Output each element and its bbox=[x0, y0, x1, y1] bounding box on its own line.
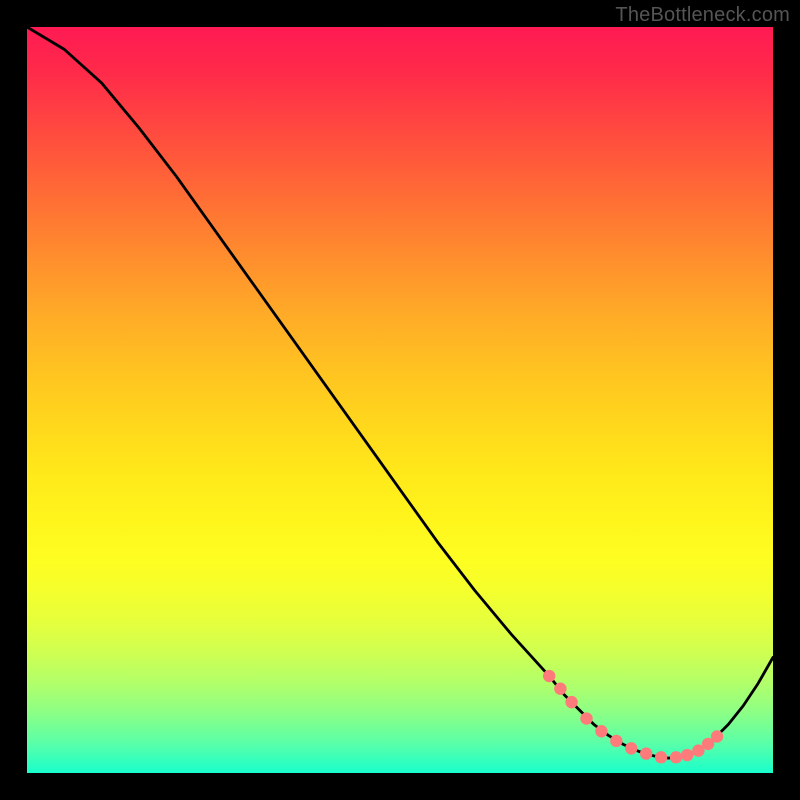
curve-marker-dot bbox=[670, 751, 682, 763]
curve-marker-dots bbox=[543, 670, 723, 764]
curve-marker-dot bbox=[711, 730, 723, 742]
curve-marker-dot bbox=[655, 751, 667, 763]
curve-marker-dot bbox=[554, 683, 566, 695]
curve-marker-dot bbox=[625, 742, 637, 754]
chart-svg bbox=[27, 27, 773, 773]
curve-marker-dot bbox=[543, 670, 555, 682]
curve-marker-dot bbox=[580, 712, 592, 724]
bottleneck-curve bbox=[27, 27, 773, 758]
chart-frame: TheBottleneck.com bbox=[0, 0, 800, 800]
curve-marker-dot bbox=[565, 696, 577, 708]
curve-marker-dot bbox=[610, 735, 622, 747]
curve-marker-dot bbox=[640, 747, 652, 759]
watermark-text: TheBottleneck.com bbox=[615, 4, 790, 27]
curve-marker-dot bbox=[595, 725, 607, 737]
curve-marker-dot bbox=[681, 749, 693, 761]
plot-gradient-area bbox=[27, 27, 773, 773]
